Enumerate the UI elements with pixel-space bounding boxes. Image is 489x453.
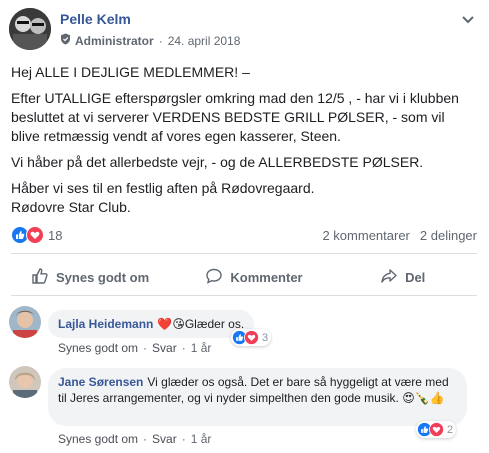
thumb-up-icon [31, 267, 49, 288]
comment-bubble: Lajla Heidemann ❤️😘Glæder os. [48, 310, 255, 338]
link-separator: · [181, 432, 186, 446]
author-name[interactable]: Pelle Kelm [60, 11, 131, 27]
comment-reaction-count: 3 [262, 331, 269, 344]
comment-like-link[interactable]: Synes godt om [58, 432, 138, 446]
divider [11, 253, 477, 254]
post-paragraph: Vi håber på det allerbedste vejr, - og d… [11, 154, 424, 170]
commenter-avatar[interactable] [9, 366, 41, 398]
comment-time[interactable]: 1 år [191, 341, 212, 355]
comment-emoji: ❤️😘 [157, 317, 185, 331]
comment-button[interactable]: Kommenter [180, 260, 329, 294]
post-body: Hej ALLE I DEJLIGE MEDLEMMER! – Efter UT… [11, 63, 477, 224]
link-separator: · [143, 341, 148, 355]
commenter-name[interactable]: Jane Sørensen [58, 375, 143, 389]
share-button-label: Del [405, 269, 426, 285]
link-separator: · [143, 432, 148, 446]
like-button-label: Synes godt om [56, 269, 150, 285]
comment-reactions[interactable]: 3 [231, 329, 272, 346]
comment-actions: Synes godt om · Svar · 1 år [58, 432, 211, 446]
meta-separator: · [158, 33, 163, 48]
post-stats: 18 2 kommentarer 2 delinger [11, 226, 477, 246]
post-date[interactable]: 24. april 2018 [168, 34, 241, 48]
commenter-name[interactable]: Lajla Heidemann [58, 317, 153, 331]
comment-reactions[interactable]: 2 [416, 421, 457, 438]
comment-bubble: Jane Sørensen Vi glæder os også. Det er b… [48, 368, 467, 426]
commenter-avatar[interactable] [9, 306, 41, 338]
author-avatar[interactable] [9, 8, 51, 50]
link-separator: · [181, 341, 186, 355]
chevron-down-icon[interactable] [461, 12, 475, 24]
post-paragraph: Hej ALLE I DEJLIGE MEDLEMMER! – [11, 64, 250, 80]
comment-time[interactable]: 1 år [191, 432, 212, 446]
post-paragraph: Håber vi ses til en festlig aften på Rød… [11, 180, 315, 215]
comment-actions: Synes godt om · Svar · 1 år [58, 341, 211, 355]
facebook-post: Pelle Kelm Administrator · 24. april 201… [0, 0, 489, 453]
reaction-count: 18 [48, 227, 63, 243]
comment-reaction-count: 2 [447, 423, 454, 436]
love-reaction-icon [429, 422, 444, 437]
post-paragraph: Efter UTALLIGE efterspørgsler omkring ma… [11, 90, 459, 144]
comment-button-label: Kommenter [230, 269, 303, 285]
author-role: Administrator [75, 33, 154, 48]
love-reaction-icon [244, 330, 259, 345]
post-meta: Administrator · 24. april 2018 [60, 33, 240, 48]
share-count-link[interactable]: 2 delinger [420, 228, 477, 243]
comment-count-link[interactable]: 2 kommentarer [322, 228, 409, 243]
love-reaction-icon [26, 226, 44, 244]
share-button[interactable]: Del [328, 260, 477, 294]
comment-emoji: 😍🍾👍 [402, 391, 445, 405]
share-arrow-icon [380, 267, 398, 288]
reaction-summary[interactable]: 18 [11, 226, 62, 244]
admin-shield-icon [60, 33, 71, 48]
comment-like-link[interactable]: Synes godt om [58, 341, 138, 355]
like-button[interactable]: Synes godt om [11, 260, 180, 294]
comment-reply-link[interactable]: Svar [152, 432, 177, 446]
post-action-bar: Synes godt om Kommenter Del [11, 260, 477, 294]
divider [11, 295, 477, 296]
comment-reply-link[interactable]: Svar [152, 341, 177, 355]
comment-bubble-icon [205, 267, 223, 288]
